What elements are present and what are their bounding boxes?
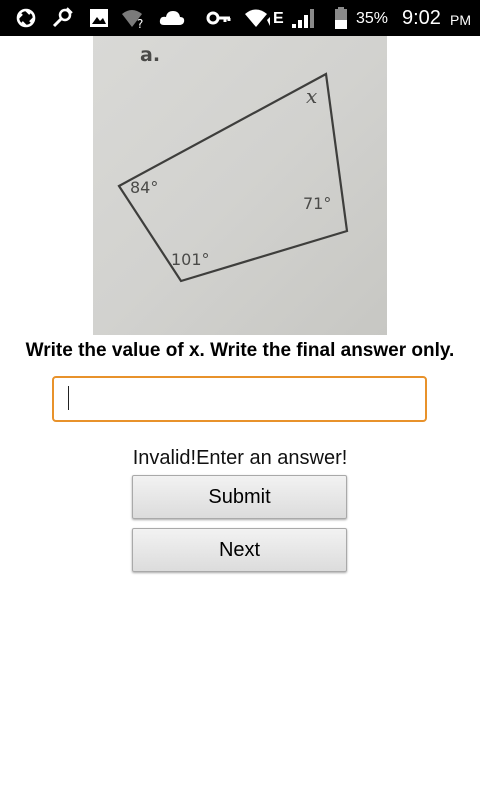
text-cursor <box>68 386 69 410</box>
clock-ampm: PM <box>450 12 471 28</box>
question-image: a. x 84° 71° 101° <box>93 36 387 335</box>
validation-message: Invalid!Enter an answer! <box>132 447 348 469</box>
angle-x-label: x <box>306 84 318 108</box>
battery-percent: 35% <box>356 10 389 27</box>
submit-button[interactable]: Submit <box>132 475 347 519</box>
network-type: E <box>273 10 284 27</box>
angle-71-label: 71° <box>303 194 332 213</box>
status-bar: ? E 35% 9:02 PM <box>0 0 480 36</box>
wifi-icon <box>243 6 271 30</box>
wifi-question-icon: ? <box>120 6 148 30</box>
key-icon <box>206 6 232 30</box>
signal-icon <box>290 6 318 30</box>
angle-101-label: 101° <box>171 250 210 269</box>
clock: 9:02 <box>402 7 441 29</box>
sync-icon <box>14 6 38 30</box>
figure-label: a. <box>140 44 161 66</box>
battery-icon <box>332 6 350 30</box>
angle-84-label: 84° <box>130 178 159 197</box>
tool-icon <box>50 6 74 30</box>
answer-input[interactable] <box>52 376 427 422</box>
svg-text:?: ? <box>137 17 143 30</box>
cloud-icon <box>158 6 186 30</box>
question-text: Write the value of x. Write the final an… <box>25 340 455 361</box>
next-button[interactable]: Next <box>132 528 347 572</box>
image-icon <box>87 6 111 30</box>
